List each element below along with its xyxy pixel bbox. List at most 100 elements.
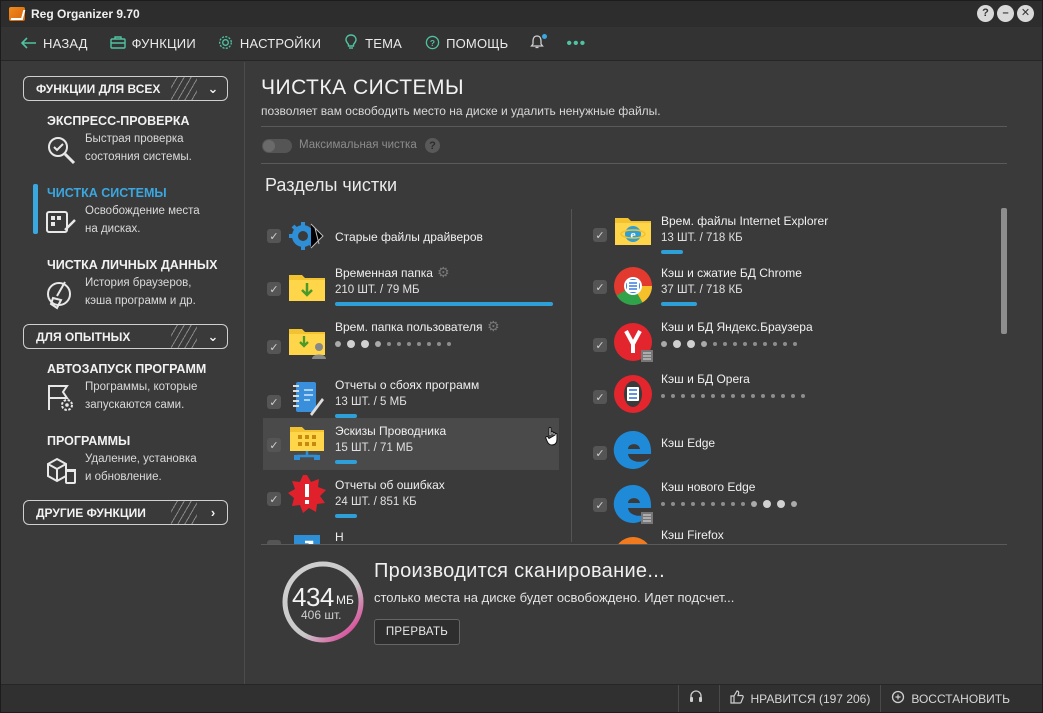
item-name: Н [335, 530, 344, 544]
checkbox[interactable]: ✓ [267, 229, 281, 243]
list-item[interactable]: ✓ Кэш Edge [589, 410, 989, 469]
group-for-everyone[interactable]: ФУНКЦИИ ДЛЯ ВСЕХ ⌄ [23, 76, 228, 101]
item-stats: 24 ШТ. / 851 КБ [335, 496, 417, 508]
item-name: Эскизы Проводника [335, 424, 447, 438]
checkbox[interactable]: ✓ [267, 492, 281, 506]
stop-scan-button[interactable]: ПРЕРВАТЬ [374, 619, 460, 645]
question-circle-icon: ? [424, 35, 440, 53]
list-item[interactable]: ✓ Временная папка ⚙ 210 ШТ. / 79 МБ [263, 256, 559, 308]
chevron-right-icon: › [210, 505, 216, 520]
checkbox[interactable]: ✓ [593, 280, 607, 294]
gear-icon [218, 35, 234, 53]
restore-button[interactable]: ВОССТАНОВИТЬ [880, 685, 1020, 712]
back-button[interactable]: НАЗАД [20, 36, 88, 52]
scan-description: столько места на диске будет освобождено… [374, 590, 735, 605]
sidebar-item-system-cleanup[interactable]: ЧИСТКА СИСТЕМЫ Освобождение места на диск… [33, 186, 238, 240]
more-menu-button[interactable]: ••• [566, 35, 586, 53]
column-separator [571, 209, 572, 542]
nav-desc-line: Программы, которые [85, 381, 198, 393]
checkbox[interactable]: ✓ [267, 340, 281, 354]
list-item[interactable]: ✓ e Врем. файлы Internet Explorer 13 ШТ.… [589, 202, 989, 254]
item-name: Старые файлы драйверов [335, 230, 483, 244]
title-bar: Reg Organizer 9.70 ? – ✕ [1, 1, 1042, 27]
checkbox[interactable]: ✓ [267, 395, 281, 409]
progress-bar [335, 460, 357, 464]
help-window-button[interactable]: ? [977, 5, 994, 22]
stripes-decoration [171, 325, 197, 348]
list-item[interactable]: ✓ Кэш и БД Opera [589, 358, 989, 413]
list-item[interactable]: ✓ Эскизы Проводника 15 ШТ. / 71 МБ [263, 418, 559, 470]
nav-desc-line: Освобождение места [85, 205, 200, 217]
item-name: Кэш Edge [661, 436, 716, 450]
settings-menu[interactable]: НАСТРОЙКИ [218, 35, 321, 53]
nav-desc-line: Удаление, установка [85, 453, 197, 465]
item-stats: 13 ШТ. / 5 МБ [335, 396, 407, 408]
crash-report-notebook-icon [287, 378, 327, 418]
checkbox[interactable]: ✓ [267, 438, 281, 452]
back-label: НАЗАД [43, 36, 88, 51]
error-report-icon [287, 474, 327, 514]
list-item[interactable]: ✓ Старые файлы драйверов [263, 204, 559, 256]
list-item[interactable]: ✓ Кэш Firefox [589, 518, 989, 544]
item-name: Кэш Firefox [661, 528, 724, 542]
list-item[interactable]: ✓ Кэш нового Edge [589, 464, 989, 524]
list-item[interactable]: ✓ Кэш и сжатие БД Chrome 37 ШТ. / 718 КБ [589, 254, 989, 306]
nav-desc-line: на дисках. [85, 223, 141, 235]
group-other-functions[interactable]: ДРУГИЕ ФУНКЦИИ › [23, 500, 228, 525]
item-stats: 15 ШТ. / 71 МБ [335, 442, 414, 454]
minimize-button[interactable]: – [997, 5, 1014, 22]
app-window: Reg Organizer 9.70 ? – ✕ НАЗАД ФУНКЦИИ Н… [0, 0, 1043, 713]
checkbox[interactable]: ✓ [593, 498, 607, 512]
support-button[interactable] [678, 685, 719, 712]
restore-label: ВОССТАНОВИТЬ [911, 691, 1010, 706]
lightbulb-icon [343, 34, 359, 53]
item-stats: 13 ШТ. / 718 КБ [661, 232, 743, 244]
opera-icon [613, 374, 653, 414]
help-menu[interactable]: ? ПОМОЩЬ [424, 35, 508, 53]
chevron-down-icon: ⌄ [207, 80, 219, 96]
thumbs-up-icon [730, 690, 745, 707]
sidebar-item-programs[interactable]: ПРОГРАММЫ Удаление, установка и обновлени… [33, 434, 238, 488]
list-item[interactable]: ✓ Врем. папка пользователя ⚙ [263, 308, 559, 360]
nav-title: АВТОЗАПУСК ПРОГРАММ [47, 362, 207, 376]
scrollbar-thumb[interactable] [1001, 208, 1007, 334]
item-stats: 37 ШТ. / 718 КБ [661, 284, 743, 296]
item-stats: 210 ШТ. / 79 МБ [335, 284, 420, 296]
magnifier-check-icon [43, 132, 79, 168]
checkbox[interactable]: ✓ [593, 390, 607, 404]
settings-gear-icon[interactable]: ⚙ [437, 264, 450, 281]
notifications-bell-icon[interactable] [530, 33, 548, 54]
item-name: Кэш и БД Яндекс.Браузера [661, 320, 813, 334]
checkbox[interactable]: ✓ [593, 338, 607, 352]
list-item[interactable]: ✓ Отчеты об ошибках 24 ШТ. / 851 КБ [263, 472, 559, 524]
list-item[interactable]: ✓ Н [263, 526, 559, 544]
nav-desc-line: История браузеров, [85, 277, 192, 289]
menu-bar: НАЗАД ФУНКЦИИ НАСТРОЙКИ ТЕМА ? ПОМОЩЬ ••… [1, 27, 1042, 61]
checkbox[interactable]: ✓ [593, 446, 607, 460]
checkbox[interactable]: ✓ [593, 228, 607, 242]
chrome-icon [613, 266, 653, 306]
group-for-advanced[interactable]: ДЛЯ ОПЫТНЫХ ⌄ [23, 324, 228, 349]
help-icon[interactable]: ? [425, 138, 440, 153]
sidebar: ФУНКЦИИ ДЛЯ ВСЕХ ⌄ ЭКСПРЕСС-ПРОВЕРКА Быс… [1, 62, 245, 684]
max-cleanup-toggle[interactable] [262, 139, 292, 153]
theme-menu[interactable]: ТЕМА [343, 34, 402, 53]
max-cleanup-label: Максимальная чистка [299, 139, 417, 151]
stripes-decoration [171, 77, 197, 100]
like-button[interactable]: НРАВИТСЯ (197 206) [719, 685, 880, 712]
sidebar-item-privacy-cleanup[interactable]: ЧИСТКА ЛИЧНЫХ ДАННЫХ История браузеров, к… [33, 258, 238, 312]
window-title: Reg Organizer 9.70 [31, 7, 140, 21]
list-item[interactable]: ✓ Отчеты о сбоях программ 13 ШТ. / 5 МБ [263, 360, 559, 418]
functions-menu[interactable]: ФУНКЦИИ [109, 35, 196, 52]
checkbox[interactable]: ✓ [267, 282, 281, 296]
list-item[interactable]: ✓ Кэш и БД Яндекс.Браузера [589, 306, 989, 362]
close-button[interactable]: ✕ [1017, 5, 1034, 22]
divider [261, 163, 1007, 164]
status-bar: НРАВИТСЯ (197 206) ВОССТАНОВИТЬ [1, 684, 1042, 712]
sidebar-item-autorun[interactable]: АВТОЗАПУСК ПРОГРАММ Программы, которые за… [33, 362, 238, 416]
nav-desc-line: и обновление. [85, 471, 162, 483]
settings-gear-icon[interactable]: ⚙ [487, 318, 500, 335]
sidebar-item-express-check[interactable]: ЭКСПРЕСС-ПРОВЕРКА Быстрая проверка состоя… [33, 114, 238, 168]
disk-cleanup-icon [43, 204, 79, 240]
shortcut-icon [287, 528, 327, 544]
